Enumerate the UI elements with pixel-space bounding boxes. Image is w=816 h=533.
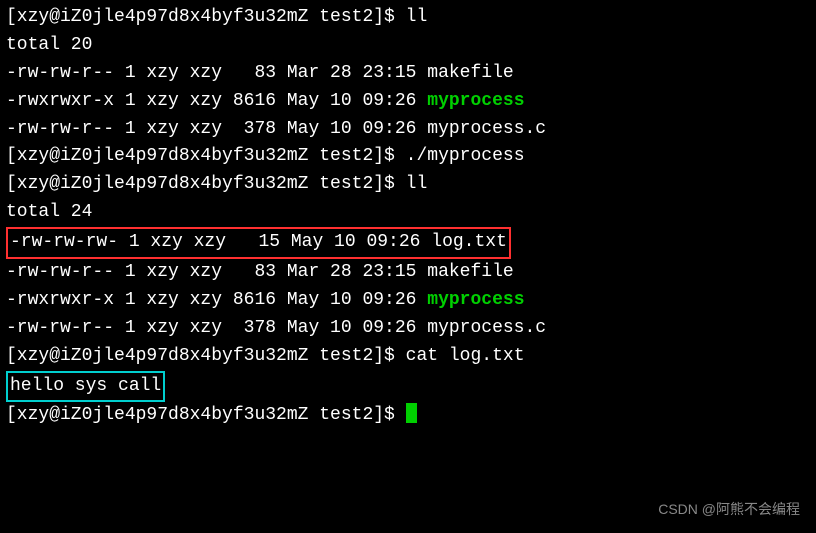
cursor-icon	[406, 403, 417, 423]
command: ll	[406, 174, 428, 194]
shell-prompt: [xzy@iZ0jle4p97d8x4byf3u32mZ test2]$	[6, 146, 406, 166]
prompt-line[interactable]: [xzy@iZ0jle4p97d8x4byf3u32mZ test2]$ ll	[6, 4, 810, 32]
ls-row: -rwxrwxr-x 1 xzy xzy 8616 May 10 09:26 m…	[6, 88, 810, 116]
ls-row-highlighted: -rw-rw-rw- 1 xzy xzy 15 May 10 09:26 log…	[6, 227, 810, 259]
command: cat log.txt	[406, 346, 525, 366]
shell-prompt: [xzy@iZ0jle4p97d8x4byf3u32mZ test2]$	[6, 174, 406, 194]
prompt-line[interactable]: [xzy@iZ0jle4p97d8x4byf3u32mZ test2]$ ./m…	[6, 143, 810, 171]
ls-row: -rw-rw-r-- 1 xzy xzy 378 May 10 09:26 my…	[6, 116, 810, 144]
prompt-line[interactable]: [xzy@iZ0jle4p97d8x4byf3u32mZ test2]$ cat…	[6, 343, 810, 371]
shell-prompt: [xzy@iZ0jle4p97d8x4byf3u32mZ test2]$	[6, 405, 406, 425]
cat-output-highlighted: hello sys call	[6, 371, 810, 403]
command: ./myprocess	[406, 146, 525, 166]
ls-row: -rw-rw-r-- 1 xzy xzy 83 Mar 28 23:15 mak…	[6, 60, 810, 88]
ls-row: -rw-rw-r-- 1 xzy xzy 83 Mar 28 23:15 mak…	[6, 259, 810, 287]
ls-row: -rwxrwxr-x 1 xzy xzy 8616 May 10 09:26 m…	[6, 287, 810, 315]
command: ll	[406, 7, 428, 27]
ls-row: -rw-rw-r-- 1 xzy xzy 378 May 10 09:26 my…	[6, 315, 810, 343]
terminal-output: [xzy@iZ0jle4p97d8x4byf3u32mZ test2]$ ll …	[6, 4, 810, 430]
prompt-line[interactable]: [xzy@iZ0jle4p97d8x4byf3u32mZ test2]$	[6, 402, 810, 430]
executable-name: myprocess	[427, 91, 524, 111]
shell-prompt: [xzy@iZ0jle4p97d8x4byf3u32mZ test2]$	[6, 7, 406, 27]
output-total: total 24	[6, 199, 810, 227]
highlight-box-red: -rw-rw-rw- 1 xzy xzy 15 May 10 09:26 log…	[6, 227, 511, 259]
shell-prompt: [xzy@iZ0jle4p97d8x4byf3u32mZ test2]$	[6, 346, 406, 366]
highlight-box-cyan: hello sys call	[6, 371, 165, 403]
executable-name: myprocess	[427, 290, 524, 310]
output-total: total 20	[6, 32, 810, 60]
watermark-text: CSDN @阿熊不会编程	[658, 499, 800, 521]
prompt-line[interactable]: [xzy@iZ0jle4p97d8x4byf3u32mZ test2]$ ll	[6, 171, 810, 199]
